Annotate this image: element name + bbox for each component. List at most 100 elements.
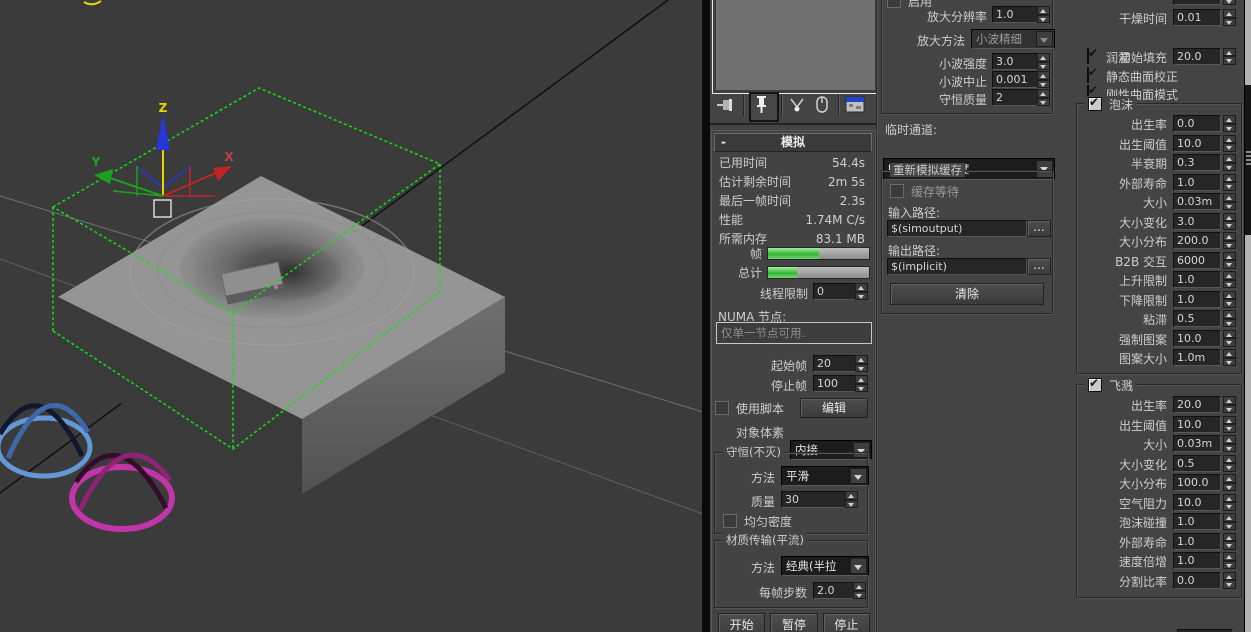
upscale-resolution-spinner[interactable] [1037, 6, 1050, 23]
selection-square[interactable] [153, 199, 172, 218]
param-field[interactable]: 1.0 [1173, 532, 1221, 550]
clipped-spinner[interactable] [1223, 0, 1236, 5]
thread-limit-spinner[interactable] [855, 283, 868, 300]
start-frame-field[interactable]: 20 [813, 355, 856, 372]
quality-field[interactable]: 30 [781, 491, 846, 508]
quality-spinner[interactable] [845, 491, 858, 508]
start-frame-spinner[interactable] [855, 355, 868, 372]
conserve-quality-spinner[interactable] [1037, 89, 1050, 106]
param-field[interactable]: 20.0 [1173, 396, 1221, 413]
param-field[interactable]: 3.0 [1173, 212, 1221, 230]
param-field[interactable]: 0.0 [1173, 115, 1221, 132]
toggle-checkbox[interactable] [1087, 48, 1089, 64]
upscale-method-dropdown[interactable]: 小波精细 [971, 29, 1055, 49]
clipped-field[interactable] [1173, 0, 1221, 5]
enable-checkbox[interactable] [887, 0, 901, 8]
upscale-resolution-field[interactable]: 1.0 [992, 6, 1038, 23]
wavelet-strength-field[interactable]: 3.0 [992, 53, 1038, 70]
input-path-field[interactable]: $(simoutput) [887, 220, 1027, 237]
param-spinner[interactable] [1223, 396, 1236, 413]
param-field[interactable]: 0.03m [1173, 193, 1221, 210]
stop-frame-field[interactable]: 100 [813, 375, 856, 392]
steps-per-frame-field[interactable]: 2.0 [813, 582, 854, 599]
pushpin-vertical-active-icon[interactable] [749, 92, 779, 122]
cache-wait-checkbox[interactable] [890, 184, 904, 198]
rollout-header-simulation[interactable]: - 模拟 [714, 133, 872, 152]
dry-time-field[interactable]: 0.01 [1173, 9, 1221, 26]
param-spinner[interactable] [1223, 415, 1236, 433]
scrollbar-thumb[interactable] [1245, 85, 1251, 235]
thread-limit-field[interactable]: 0 [813, 283, 856, 300]
output-browse-button[interactable]: ... [1027, 258, 1051, 275]
mouse-icon[interactable] [813, 95, 831, 115]
conservation-method-dropdown[interactable]: 平滑 [781, 466, 869, 486]
param-field[interactable]: 10.0 [1173, 415, 1221, 433]
input-browse-button[interactable]: ... [1027, 220, 1051, 237]
sim-control-button[interactable]: 停止 [822, 613, 870, 632]
uniform-density-checkbox[interactable] [723, 514, 737, 528]
foam-checkbox[interactable] [1088, 95, 1102, 111]
param-field[interactable]: 0.5 [1173, 310, 1221, 327]
wavelet-cutoff-spinner[interactable] [1037, 71, 1050, 88]
param-spinner[interactable] [1223, 271, 1236, 288]
3d-viewport[interactable]: Z Y X [0, 0, 704, 632]
param-field[interactable]: 1.0 [1173, 513, 1221, 530]
use-script-checkbox[interactable] [715, 401, 729, 415]
param-spinner[interactable] [1223, 454, 1236, 472]
param-field[interactable]: 0.0 [1173, 571, 1221, 589]
param-spinner[interactable] [1223, 435, 1236, 452]
conserve-quality-field[interactable]: 2 [992, 89, 1038, 106]
param-field[interactable]: 1.0 [1173, 271, 1221, 288]
param-spinner[interactable] [1223, 154, 1236, 171]
dry-time-spinner[interactable] [1223, 9, 1236, 26]
param-spinner[interactable] [1223, 329, 1236, 347]
wavelet-strength-spinner[interactable] [1037, 53, 1050, 70]
stop-frame-spinner[interactable] [855, 375, 868, 392]
param-field[interactable]: 0.03m [1173, 435, 1221, 452]
blue-dome-gizmo[interactable] [0, 403, 93, 479]
edit-script-button[interactable]: 编辑 [800, 398, 868, 418]
param-field[interactable]: 200.0 [1173, 232, 1221, 249]
param-spinner[interactable] [1223, 349, 1236, 366]
param-spinner[interactable] [1223, 212, 1236, 230]
param-field[interactable]: 10.0 [1173, 329, 1221, 347]
param-spinner[interactable] [1223, 232, 1236, 249]
param-field[interactable]: 10.0 [1173, 134, 1221, 152]
param-field[interactable]: 1.0m [1173, 349, 1221, 366]
param-spinner[interactable] [1223, 290, 1236, 308]
param-field[interactable]: 1.0 [1173, 552, 1221, 569]
param-spinner[interactable] [1223, 115, 1236, 132]
param-spinner[interactable] [1223, 571, 1236, 589]
transform-gizmo[interactable]: Z Y X [91, 101, 235, 218]
z-axis-arrow[interactable] [156, 114, 170, 150]
param-field[interactable]: 100.0 [1173, 474, 1221, 491]
param-spinner[interactable] [1223, 552, 1236, 569]
x-axis-arrow[interactable] [213, 166, 232, 181]
panel-scrollbar[interactable] [1244, 0, 1251, 632]
param-spinner[interactable] [1223, 532, 1236, 550]
magenta-dome-gizmo[interactable] [69, 452, 175, 532]
param-field[interactable]: 6000 [1173, 251, 1221, 269]
steps-per-frame-spinner[interactable] [853, 582, 866, 599]
param-spinner[interactable] [1223, 173, 1236, 191]
param-field[interactable]: 1.0 [1173, 173, 1221, 191]
pushpin-horizontal-icon[interactable] [716, 96, 736, 114]
numa-nodes-field[interactable]: 仅单一节点可用. [716, 322, 872, 344]
dialog-window-icon[interactable] [845, 95, 867, 115]
param-field[interactable]: 10.0 [1173, 493, 1221, 511]
param-spinner[interactable] [1223, 474, 1236, 491]
param-spinner[interactable] [1223, 134, 1236, 152]
sim-control-button[interactable]: 暂停 [770, 613, 818, 632]
splash-checkbox[interactable] [1088, 376, 1102, 392]
output-path-field[interactable]: $(implicit) [887, 258, 1027, 275]
sim-control-button[interactable]: 开始 [718, 613, 766, 632]
pick-object-icon[interactable] [788, 96, 808, 114]
wavelet-cutoff-field[interactable]: 0.001 [992, 71, 1038, 88]
param-spinner[interactable] [1223, 251, 1236, 269]
param-spinner[interactable] [1223, 513, 1236, 530]
param-spinner[interactable] [1223, 493, 1236, 511]
param-spinner[interactable] [1223, 310, 1236, 327]
param-field[interactable]: 0.3 [1173, 154, 1221, 171]
toggle-checkbox[interactable] [1087, 66, 1089, 83]
clear-button[interactable]: 清除 [890, 283, 1044, 305]
